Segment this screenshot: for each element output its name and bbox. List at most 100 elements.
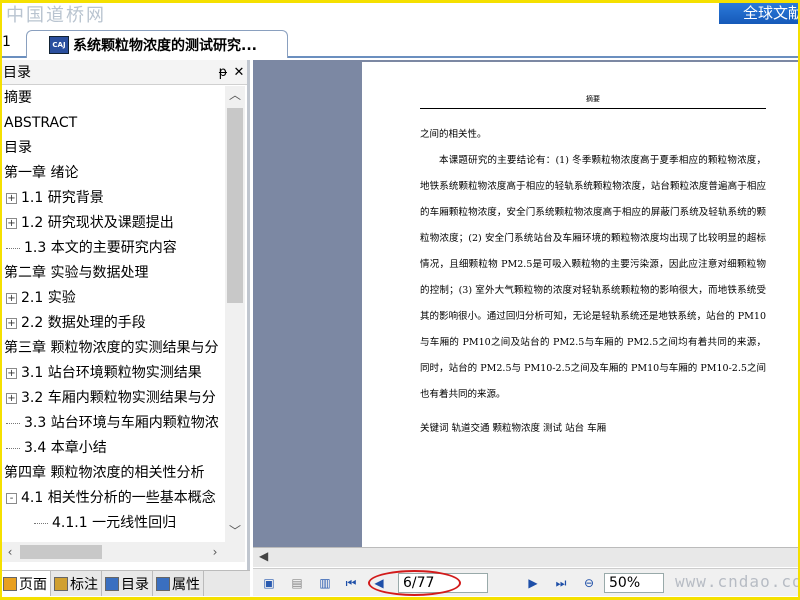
toc-item-label: 第三章 颗粒物浓度的实测结果与分 [4, 340, 219, 356]
first-page-icon[interactable]: ⏮ [341, 574, 361, 592]
toc-item[interactable]: 1.3 本文的主要研究内容 [0, 236, 225, 261]
toc-item[interactable]: -4.1 相关性分析的一些基本概念 [0, 486, 225, 511]
toc-item[interactable]: +1.2 研究现状及课题提出 [0, 211, 225, 236]
bottom-tab-label: 页面 [19, 576, 47, 593]
page-body: 之间的相关性。 本课题研究的主要结论有：(1) 冬季颗粒物浓度高于夏季相应的颗粒… [420, 122, 766, 442]
navigation-toolbar: ▣ ▤ ▥ ⏮ ◀ 6/77 ▶ ⏭ ⊖ 50% www.cndao.com [253, 568, 800, 596]
toc-item-label: 第二章 实验与数据处理 [4, 265, 149, 281]
properties-icon [156, 576, 170, 591]
toc-item-label: 3.2 车厢内颗粒物实测结果与分 [21, 390, 216, 406]
toc-item-label: 1.2 研究现状及课题提出 [21, 215, 174, 231]
toc-horizontal-scrollbar[interactable]: ‹ › [0, 542, 245, 562]
toc-item[interactable]: 目录 [0, 136, 225, 161]
toc-item-label: 2.1 实验 [21, 290, 76, 306]
toc-item[interactable]: +3.2 车厢内颗粒物实测结果与分 [0, 386, 225, 411]
highlight-ring [368, 570, 461, 596]
scroll-left-icon[interactable]: ◀ [259, 549, 268, 563]
toc-item-label: 3.1 站台环境颗粒物实测结果 [21, 365, 202, 381]
bottom-tab-label: 标注 [70, 576, 98, 593]
continuous-view-icon[interactable]: ▤ [287, 574, 307, 592]
tree-connector [6, 422, 20, 424]
bottom-tab-label: 目录 [121, 576, 149, 593]
caj-doc-icon: CAJ [49, 35, 69, 54]
close-icon[interactable]: ✕ [231, 65, 247, 80]
single-page-view-icon[interactable]: ▣ [259, 574, 279, 592]
page-line: 之间的相关性。 [420, 129, 487, 140]
toc-item[interactable]: +2.2 数据处理的手段 [0, 311, 225, 336]
scroll-down-icon[interactable]: ﹀ [225, 522, 245, 542]
toc-panel-title: 目录 [3, 65, 31, 81]
pin-icon[interactable]: ᵽ [215, 65, 231, 80]
toc-item[interactable]: 摘要 [0, 86, 225, 111]
zoom-level-input[interactable]: 50% [604, 573, 664, 593]
panel-bottom-tabs: 页面 标注 目录 属性 [0, 570, 250, 596]
expand-icon[interactable]: + [6, 317, 17, 329]
document-viewer[interactable]: 摘要 之间的相关性。 本课题研究的主要结论有：(1) 冬季颗粒物浓度高于夏季相应… [253, 60, 800, 547]
expand-icon[interactable]: + [6, 192, 17, 204]
bottom-tab-label: 属性 [172, 576, 200, 593]
site-logo: 中国道桥网 [6, 5, 106, 26]
scroll-left-icon[interactable]: ‹ [0, 542, 20, 562]
page-icon [3, 576, 17, 591]
toc-item[interactable]: 第四章 颗粒物浓度的相关性分析 [0, 461, 225, 486]
tab-scroll-left[interactable]: 1 [2, 34, 11, 50]
expand-icon[interactable]: + [6, 292, 17, 304]
toc-item-label: 摘要 [4, 90, 32, 106]
toc-item-label: ABSTRACT [4, 115, 78, 131]
toc-tree: 摘要 ABSTRACT 目录 第一章 绪论 +1.1 研究背景 +1.2 研究现状及课题提… [0, 86, 225, 542]
site-watermark: www.cndao.com [675, 572, 800, 591]
top-banner: 中国道桥网 全球文献 [0, 0, 800, 30]
toc-item[interactable]: +3.1 站台环境颗粒物实测结果 [0, 361, 225, 386]
collapse-icon[interactable]: - [6, 492, 17, 504]
toc-item[interactable]: 4.1.1 一元线性回归 [0, 511, 225, 536]
last-page-icon[interactable]: ⏭ [551, 574, 571, 592]
bottom-tab-0[interactable]: 页面 [0, 571, 51, 596]
hscroll-thumb[interactable] [20, 545, 102, 559]
tree-connector [6, 447, 20, 449]
page-keywords: 关键词 轨道交通 颗粒物浓度 测试 站台 车厢 [420, 423, 607, 434]
toc-item[interactable]: 第一章 绪论 [0, 161, 225, 186]
toc-item-label: 4.1.1 一元线性回归 [52, 515, 177, 531]
expand-icon[interactable]: + [6, 392, 17, 404]
toc-item[interactable]: 3.4 本章小结 [0, 436, 225, 461]
global-literature-button[interactable]: 全球文献 [719, 0, 800, 24]
scroll-up-icon[interactable]: ︿ [225, 86, 245, 106]
toc-item-label: 3.4 本章小结 [24, 440, 107, 456]
toc-item[interactable]: 第二章 实验与数据处理 [0, 261, 225, 286]
tree-connector [34, 522, 48, 524]
toc-item[interactable]: 第三章 颗粒物浓度的实测结果与分 [0, 336, 225, 361]
toc-item[interactable]: ABSTRACT [0, 111, 225, 136]
scroll-thumb[interactable] [227, 108, 243, 303]
two-page-view-icon[interactable]: ▥ [315, 574, 335, 592]
tab-document[interactable]: CAJ 系统颗粒物浓度的测试研究... [26, 30, 288, 58]
toc-icon [105, 576, 119, 591]
toc-item-label: 第一章 绪论 [4, 165, 79, 181]
toc-item-label: 目录 [4, 140, 32, 156]
bottom-tab-2[interactable]: 目录 [102, 571, 153, 596]
toc-item[interactable]: +1.1 研究背景 [0, 186, 225, 211]
toc-item-label: 4.1 相关性分析的一些基本概念 [21, 490, 216, 506]
viewer-horizontal-scrollbar[interactable]: ◀ [253, 547, 800, 567]
page-header: 摘要 [420, 94, 766, 109]
toc-item-label: 3.3 站台环境与车厢内颗粒物浓 [24, 415, 219, 431]
toc-item[interactable]: +2.1 实验 [0, 286, 225, 311]
toc-item-label: 1.3 本文的主要研究内容 [24, 240, 177, 256]
bottom-tab-1[interactable]: 标注 [51, 571, 102, 596]
toc-vertical-scrollbar[interactable]: ︿ ﹀ [225, 86, 245, 542]
tree-connector [6, 247, 20, 249]
toc-item-label: 2.2 数据处理的手段 [21, 315, 146, 331]
page-paragraph: 本课题研究的主要结论有：(1) 冬季颗粒物浓度高于夏季相应的颗粒物浓度，地铁系统… [420, 155, 766, 400]
zoom-out-icon[interactable]: ⊖ [579, 574, 599, 592]
toc-item[interactable]: 3.3 站台环境与车厢内颗粒物浓 [0, 411, 225, 436]
next-page-icon[interactable]: ▶ [523, 574, 543, 592]
document-page: 摘要 之间的相关性。 本课题研究的主要结论有：(1) 冬季颗粒物浓度高于夏季相应… [362, 62, 800, 547]
expand-icon[interactable]: + [6, 217, 17, 229]
toc-panel: 目录 ᵽ ✕ 摘要 ABSTRACT 目录 第一章 绪论 +1.1 研究背景 +1.2 研… [0, 60, 250, 596]
annotation-icon [54, 576, 68, 591]
document-tab-bar: 1 CAJ 系统颗粒物浓度的测试研究... [0, 28, 800, 58]
scroll-right-icon[interactable]: › [205, 542, 225, 562]
toc-item-label: 1.1 研究背景 [21, 190, 104, 206]
tab-document-title: 系统颗粒物浓度的测试研究... [73, 37, 257, 54]
bottom-tab-3[interactable]: 属性 [153, 571, 204, 596]
expand-icon[interactable]: + [6, 367, 17, 379]
